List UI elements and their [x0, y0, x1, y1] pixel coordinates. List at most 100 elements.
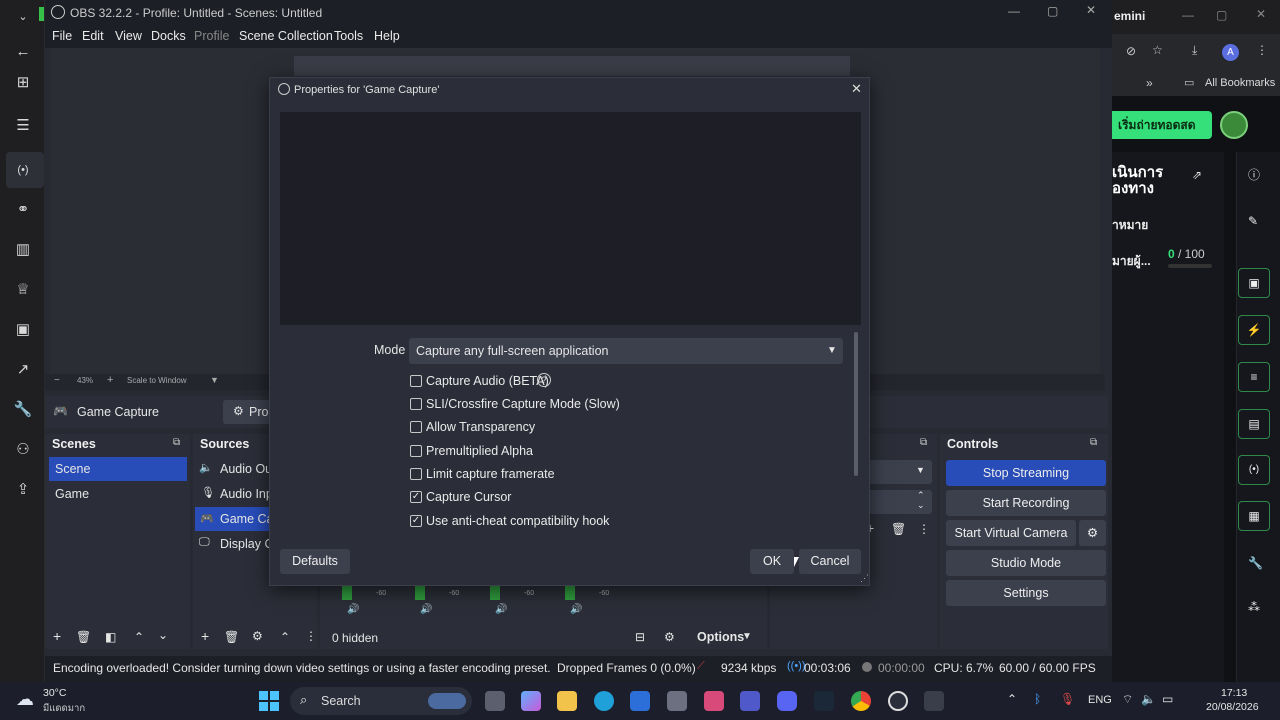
maximize-icon[interactable]: ▢ [1047, 4, 1058, 18]
start-virtual-camera-button[interactable]: Start Virtual Camera [946, 520, 1076, 546]
close-icon[interactable]: ✕ [1256, 7, 1266, 21]
discord-icon[interactable] [777, 691, 797, 711]
scrollbar[interactable] [854, 332, 858, 476]
media-icon[interactable]: ▣ [12, 319, 34, 341]
virtual-camera-settings-button[interactable]: ⚙ [1079, 520, 1106, 546]
duration-spinner[interactable]: ⌃ ⌄ [860, 490, 932, 514]
taskbar-search[interactable]: ⌕ Search [290, 687, 472, 715]
nodes-icon[interactable]: ⁂ [1248, 600, 1260, 614]
menu-view[interactable]: View [115, 29, 142, 43]
minimize-icon[interactable]: — [1182, 8, 1194, 22]
layout-icon[interactable]: ⊟ [635, 630, 645, 644]
menu-tools[interactable]: Tools [334, 29, 363, 43]
trash-icon[interactable]: 🗑 [224, 630, 239, 644]
teams-icon[interactable] [740, 691, 760, 711]
camera-icon[interactable] [667, 691, 687, 711]
more-vert-icon[interactable]: ⋮ [1256, 43, 1268, 57]
go-live-button[interactable]: เริ่มถ่ายทอดสด [1112, 111, 1212, 139]
wrench-icon[interactable]: 🔧 [1248, 556, 1263, 570]
upload-icon[interactable]: ⇪ [12, 479, 34, 501]
instagram-icon[interactable] [704, 691, 724, 711]
chevron-up-icon[interactable]: ⌃ [1007, 692, 1017, 706]
edge-icon[interactable] [594, 691, 614, 711]
defaults-button[interactable]: Defaults [280, 549, 350, 574]
menu-profile[interactable]: Profile [194, 29, 229, 43]
close-icon[interactable]: ✕ [851, 81, 862, 97]
start-recording-button[interactable]: Start Recording [946, 490, 1106, 516]
scene-item-game[interactable]: Game [49, 482, 187, 506]
scene-item-scene[interactable]: Scene [49, 457, 187, 481]
capture-audio-checkbox[interactable] [410, 375, 422, 387]
menu-edit[interactable]: Edit [82, 29, 104, 43]
settings-button[interactable]: Settings [946, 580, 1106, 606]
weather-temp[interactable]: 30°C [43, 687, 66, 699]
list-icon[interactable]: ≡ [1238, 362, 1270, 392]
bluetooth-icon[interactable]: ᛒ [1034, 692, 1041, 706]
allow-transparency-checkbox[interactable] [410, 421, 422, 433]
battery-icon[interactable]: ▭ [1162, 692, 1173, 706]
gear-icon[interactable]: ⚙ [252, 629, 263, 643]
task-view-icon[interactable] [485, 691, 505, 711]
arrow-down-icon[interactable]: ⌄ [158, 628, 168, 642]
clock-time[interactable]: 17:13 [1221, 687, 1247, 699]
copilot-icon[interactable] [521, 691, 541, 711]
windows-start-icon[interactable] [259, 691, 279, 711]
gear-icon[interactable]: ⚙ [664, 630, 675, 644]
undock-icon[interactable]: ⧉ [920, 437, 927, 448]
limit-framerate-checkbox[interactable] [410, 468, 422, 480]
maximize-icon[interactable]: ▢ [1216, 8, 1227, 22]
capture-cursor-checkbox[interactable]: ✓ [410, 491, 422, 503]
eye-off-icon[interactable]: ⊘ [1126, 44, 1136, 58]
add-icon[interactable]: + [53, 628, 61, 644]
zoom-out-button[interactable]: − [54, 375, 60, 386]
speaker-icon[interactable]: 🔊 [570, 604, 582, 615]
trophy-icon[interactable]: ♕ [12, 279, 34, 301]
avatar[interactable]: A [1222, 44, 1239, 61]
mic-icon[interactable]: 🎙 [1060, 692, 1075, 706]
menu-help[interactable]: Help [374, 29, 400, 43]
steam-icon[interactable] [814, 691, 834, 711]
chevron-down-icon[interactable]: ⌄ [12, 6, 34, 28]
transition-select[interactable]: ▼ [860, 460, 932, 484]
language-indicator[interactable]: ENG [1088, 694, 1112, 706]
users-icon[interactable]: ⚇ [12, 439, 34, 461]
speaker-icon[interactable]: 🔊 [347, 604, 359, 615]
more-vert-icon[interactable]: ⋮ [918, 522, 930, 536]
trash-icon[interactable]: 🗑 [891, 522, 906, 536]
undock-icon[interactable]: ⧉ [173, 437, 180, 448]
ok-button[interactable]: OK [750, 549, 794, 574]
filter-icon[interactable]: ◧ [105, 630, 116, 644]
analytics-icon[interactable]: ↗ [12, 359, 34, 381]
apps-grid-icon[interactable]: ⊞ [12, 72, 34, 94]
media-icon[interactable]: ▣ [1238, 268, 1270, 298]
undock-icon[interactable]: ⧉ [1090, 437, 1097, 448]
file-explorer-icon[interactable] [557, 691, 577, 711]
avatar[interactable] [1220, 111, 1248, 139]
resize-grip-icon[interactable]: ⋰ [860, 573, 869, 584]
obs-icon[interactable] [888, 691, 908, 711]
menu-file[interactable]: File [52, 29, 72, 43]
back-arrow-icon[interactable]: ← [12, 41, 34, 63]
wifi-icon[interactable]: ⌔ [1122, 692, 1133, 707]
options-button[interactable]: Options [697, 630, 744, 644]
menu-scene-collection[interactable]: Scene Collection [239, 29, 333, 43]
browser-tab-title[interactable]: emini [1114, 9, 1145, 23]
chevron-down-icon[interactable]: ⌄ [917, 500, 925, 511]
broadcast-icon[interactable]: (•) [1238, 455, 1270, 485]
arrow-up-icon[interactable]: ⌃ [134, 630, 144, 644]
sli-crossfire-checkbox[interactable] [410, 398, 422, 410]
volume-icon[interactable]: 🔈 [1141, 692, 1156, 706]
mode-select[interactable]: Capture any full-screen application ▼ [409, 338, 843, 364]
studio-mode-button[interactable]: Studio Mode [946, 550, 1106, 576]
comment-icon[interactable]: ▤ [1238, 409, 1270, 439]
external-link-icon[interactable]: ⇗ [1192, 168, 1202, 182]
more-vert-icon[interactable]: ⋮ [305, 629, 317, 643]
speaker-icon[interactable]: 🔊 [495, 604, 507, 615]
link-icon[interactable]: ⚭ [12, 199, 34, 221]
layout-icon[interactable]: ▦ [1238, 501, 1270, 531]
menu-icon[interactable]: ☰ [12, 115, 34, 137]
wrench-icon[interactable]: 🔧 [12, 399, 34, 421]
star-icon[interactable]: ☆ [1152, 43, 1163, 57]
app-icon[interactable] [924, 691, 944, 711]
zoom-in-button[interactable]: + [107, 374, 113, 386]
